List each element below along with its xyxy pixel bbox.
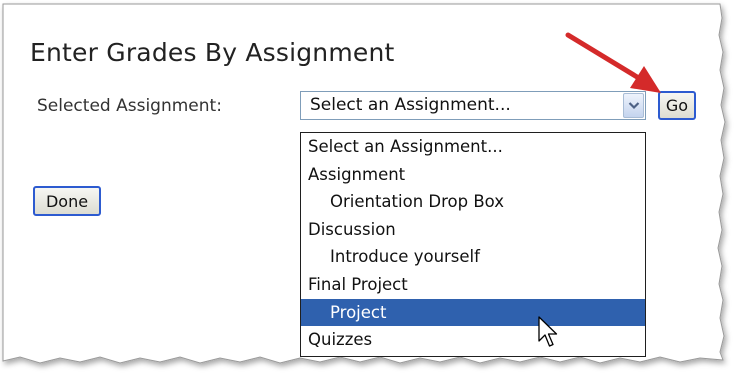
mouse-pointer-icon <box>538 316 558 347</box>
dropdown-option[interactable]: Introduce yourself <box>301 243 645 271</box>
assignment-dropdown-list: Select an Assignment... Assignment Orienta… <box>300 132 646 357</box>
assignment-select-value: Select an Assignment... <box>310 95 511 115</box>
dropdown-option-highlighted[interactable]: Project <box>301 298 645 327</box>
chevron-down-icon <box>628 102 639 110</box>
dropdown-option-group[interactable]: Discussion <box>301 216 645 244</box>
dropdown-option[interactable]: Orientation Drop Box <box>301 188 645 216</box>
dropdown-option-placeholder[interactable]: Select an Assignment... <box>301 133 645 161</box>
page-title: Enter Grades By Assignment <box>30 38 395 67</box>
red-arrow-icon <box>565 32 661 93</box>
dropdown-option-group[interactable]: Quizzes <box>301 326 645 354</box>
selected-assignment-label: Selected Assignment: <box>37 96 222 116</box>
dropdown-option-group[interactable]: Assignment <box>301 161 645 189</box>
done-button[interactable]: Done <box>33 186 101 216</box>
dropdown-option-group[interactable]: Final Project <box>301 271 645 299</box>
